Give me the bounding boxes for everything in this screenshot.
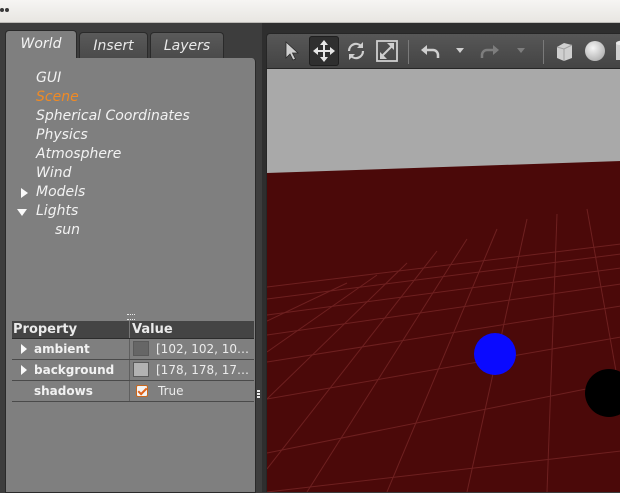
tree-item-lights[interactable]: Lights [36, 202, 78, 221]
expand-arrow-icon[interactable] [21, 344, 27, 354]
column-divider[interactable] [129, 321, 130, 338]
window-title-bar [0, 0, 620, 23]
3d-viewport[interactable] [266, 69, 620, 492]
property-value: True [158, 384, 184, 398]
box-shape-button[interactable] [549, 36, 579, 66]
sky [267, 69, 620, 173]
tree-item-gui[interactable]: GUI [36, 69, 61, 88]
cylinder-icon [616, 40, 620, 60]
scene-render[interactable] [267, 69, 620, 492]
toolbar-separator [543, 40, 544, 64]
tab-world[interactable]: World [5, 30, 77, 58]
sphere-icon [585, 41, 605, 61]
translate-tool-button[interactable] [309, 36, 339, 66]
move-arrows-icon [313, 40, 335, 62]
property-column-header[interactable]: Property [13, 321, 77, 338]
window-controls[interactable] [0, 8, 9, 12]
box-icon [556, 43, 573, 61]
tree-item-physics[interactable]: Physics [36, 126, 88, 145]
redo-history-dropdown[interactable] [517, 48, 525, 53]
expand-arrow-icon[interactable] [21, 365, 27, 375]
redo-button[interactable] [475, 36, 505, 66]
undo-history-dropdown[interactable] [456, 48, 464, 53]
property-table: Property Value ambient [102, 102, 10… ba… [12, 321, 254, 402]
expand-arrow-icon[interactable] [21, 188, 28, 198]
tree-item-scene[interactable]: Scene [36, 88, 79, 107]
toolbar-separator [408, 40, 409, 64]
arrow-cursor-icon [285, 41, 300, 61]
property-value[interactable]: [102, 102, 10… [156, 339, 249, 359]
cylinder-shape-button[interactable] [610, 36, 620, 66]
property-row-background[interactable]: background [178, 178, 17… [12, 360, 254, 381]
property-name: ambient [34, 342, 90, 356]
world-panel: GUI Scene Spherical Coordinates Physics … [5, 58, 256, 493]
window-control-dot[interactable] [5, 8, 9, 12]
blue-sphere[interactable] [474, 333, 516, 375]
scale-icon [376, 40, 398, 62]
redo-icon [480, 45, 499, 58]
property-name: background [34, 363, 115, 377]
undo-icon [421, 45, 440, 58]
column-divider [129, 360, 130, 380]
property-row-shadows[interactable]: shadows True [12, 381, 254, 402]
column-divider [129, 381, 130, 401]
tree-item-spherical-coordinates[interactable]: Spherical Coordinates [36, 107, 190, 126]
property-table-header: Property Value [12, 321, 254, 339]
rotate-icon [347, 42, 365, 60]
column-divider [129, 339, 130, 359]
panel-splitter-handle[interactable] [127, 314, 135, 320]
select-tool-button[interactable] [277, 36, 307, 66]
undo-button[interactable] [415, 36, 445, 66]
property-name: shadows [34, 384, 93, 398]
property-value[interactable]: [178, 178, 17… [156, 360, 249, 380]
color-swatch[interactable] [133, 341, 149, 356]
toolbar [266, 33, 620, 69]
tree-item-sun[interactable]: sun [55, 221, 80, 240]
property-row-ambient[interactable]: ambient [102, 102, 10… [12, 339, 254, 360]
tree-item-wind[interactable]: Wind [36, 164, 72, 183]
main-area [262, 23, 620, 492]
window-control-dot[interactable] [0, 8, 4, 12]
tab-layers[interactable]: Layers [150, 32, 224, 58]
sphere-shape-button[interactable] [580, 36, 610, 66]
color-swatch[interactable] [133, 362, 149, 377]
panel-tabs: World Insert Layers [5, 30, 226, 58]
left-panel: World Insert Layers GUI Scene Spherical … [0, 23, 260, 493]
splitter-grip[interactable] [257, 390, 260, 400]
collapse-arrow-icon[interactable] [17, 209, 27, 216]
tree-item-models[interactable]: Models [36, 183, 85, 202]
shadows-checkbox[interactable] [136, 385, 148, 397]
scale-tool-button[interactable] [372, 36, 402, 66]
rotate-tool-button[interactable] [341, 36, 371, 66]
tree-item-atmosphere[interactable]: Atmosphere [36, 145, 121, 164]
value-column-header[interactable]: Value [132, 321, 173, 338]
tab-insert[interactable]: Insert [79, 32, 148, 58]
